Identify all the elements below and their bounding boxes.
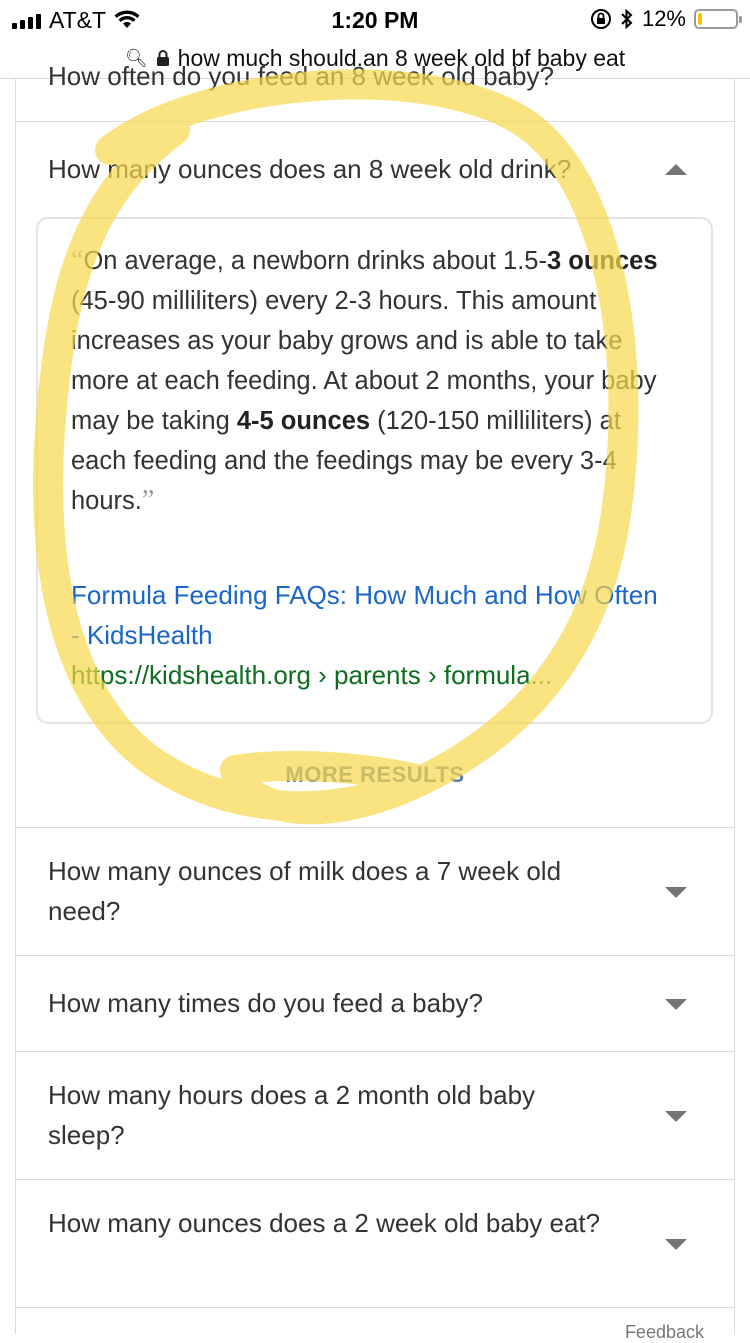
source-link[interactable]: Formula Feeding FAQs: How Much and How O…: [71, 575, 671, 655]
collapse-caret-icon[interactable]: [665, 164, 687, 175]
divider: [15, 1307, 735, 1308]
expand-caret-icon[interactable]: [665, 999, 687, 1010]
previous-question[interactable]: How often do you feed an 8 week old baby…: [48, 61, 554, 92]
open-quote-icon: “: [71, 245, 84, 276]
feedback-link[interactable]: Feedback: [625, 1322, 704, 1343]
quote-bold-1: 3 ounces: [546, 247, 658, 275]
quote-bold-2: 4-5 ounces: [236, 407, 371, 435]
quote-text-1: On average, a newborn drinks about 1.5-: [83, 247, 547, 275]
question-row-4[interactable]: How many ounces does a 2 week old baby e…: [15, 1179, 735, 1307]
bluetooth-icon: [621, 8, 633, 30]
expand-caret-icon[interactable]: [665, 887, 687, 898]
status-bar: AT&T 1:20 PM 12%: [0, 0, 750, 40]
question-row-1[interactable]: How many ounces of milk does a 7 week ol…: [15, 827, 735, 955]
question-text[interactable]: How many times do you feed a baby?: [48, 983, 608, 1023]
question-row-3[interactable]: How many hours does a 2 month old baby s…: [15, 1051, 735, 1179]
battery-level-fill: [698, 13, 702, 25]
orientation-lock-icon: [590, 9, 611, 29]
close-quote-icon: ”: [141, 485, 155, 516]
more-results-button[interactable]: MORE RESULTS: [0, 762, 750, 788]
expand-caret-icon[interactable]: [665, 1111, 687, 1122]
question-text[interactable]: How many ounces of milk does a 7 week ol…: [48, 851, 608, 931]
source-url[interactable]: https://kidshealth.org › parents › formu…: [71, 655, 671, 695]
question-row-2[interactable]: How many times do you feed a baby?: [15, 955, 735, 1051]
question-text[interactable]: How many hours does a 2 month old baby s…: [48, 1075, 608, 1155]
expanded-question[interactable]: How many ounces does an 8 week old drink…: [48, 149, 608, 189]
expand-caret-icon[interactable]: [665, 1239, 687, 1250]
battery-percent: 12%: [641, 6, 686, 31]
answer-snippet: “On average, a newborn drinks about 1.5-…: [36, 217, 713, 724]
status-right: 12%: [590, 6, 742, 32]
battery-icon: [694, 9, 742, 29]
question-text[interactable]: How many ounces does a 2 week old baby e…: [48, 1203, 608, 1243]
answer-quote: “On average, a newborn drinks about 1.5-…: [71, 241, 671, 521]
